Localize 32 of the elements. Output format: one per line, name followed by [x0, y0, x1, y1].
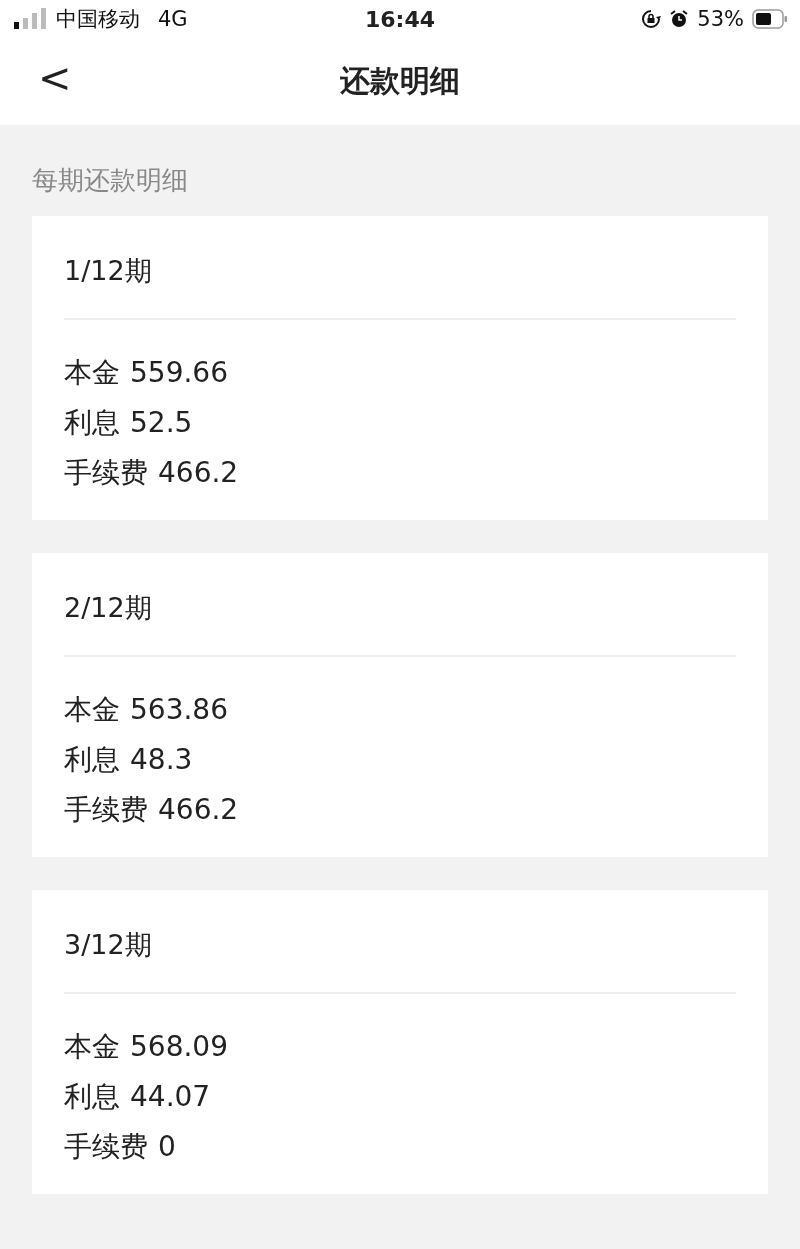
page-title: 还款明细 [340, 62, 460, 100]
item-label: 手续费 [64, 455, 148, 491]
item-label: 利息 [64, 742, 120, 778]
item-label: 本金 [64, 1029, 120, 1065]
item-label: 手续费 [64, 792, 148, 828]
item-amount: 48.3 [130, 742, 193, 778]
item-amount: 559.66 [130, 355, 228, 391]
item-label: 本金 [64, 692, 120, 728]
rotation-lock-icon [641, 9, 662, 29]
clock-time: 16:44 [364, 6, 436, 32]
item-amount: 52.5 [130, 405, 193, 441]
back-button[interactable]: < [30, 56, 80, 100]
carrier-name: 中国移动 [56, 6, 140, 33]
period-title: 3/12期 [64, 928, 153, 962]
item-amount: 466.2 [158, 455, 239, 491]
alarm-clock-icon [669, 9, 690, 29]
section-label: 每期还款明细 [32, 164, 189, 197]
period-title: 1/12期 [64, 254, 153, 288]
item-amount: 466.2 [158, 792, 239, 828]
battery-percent: 53% [697, 7, 744, 31]
battery-icon [752, 9, 788, 29]
item-amount: 563.86 [130, 692, 228, 728]
item-label: 利息 [64, 405, 120, 441]
item-label: 手续费 [64, 1129, 148, 1165]
item-label: 本金 [64, 355, 120, 391]
item-amount: 44.07 [130, 1079, 211, 1115]
network-type: 4G [158, 7, 188, 31]
period-title: 2/12期 [64, 591, 153, 625]
signal-icon [14, 8, 48, 30]
item-amount: 0 [158, 1129, 176, 1165]
item-amount: 568.09 [130, 1029, 228, 1065]
item-label: 利息 [64, 1079, 120, 1115]
